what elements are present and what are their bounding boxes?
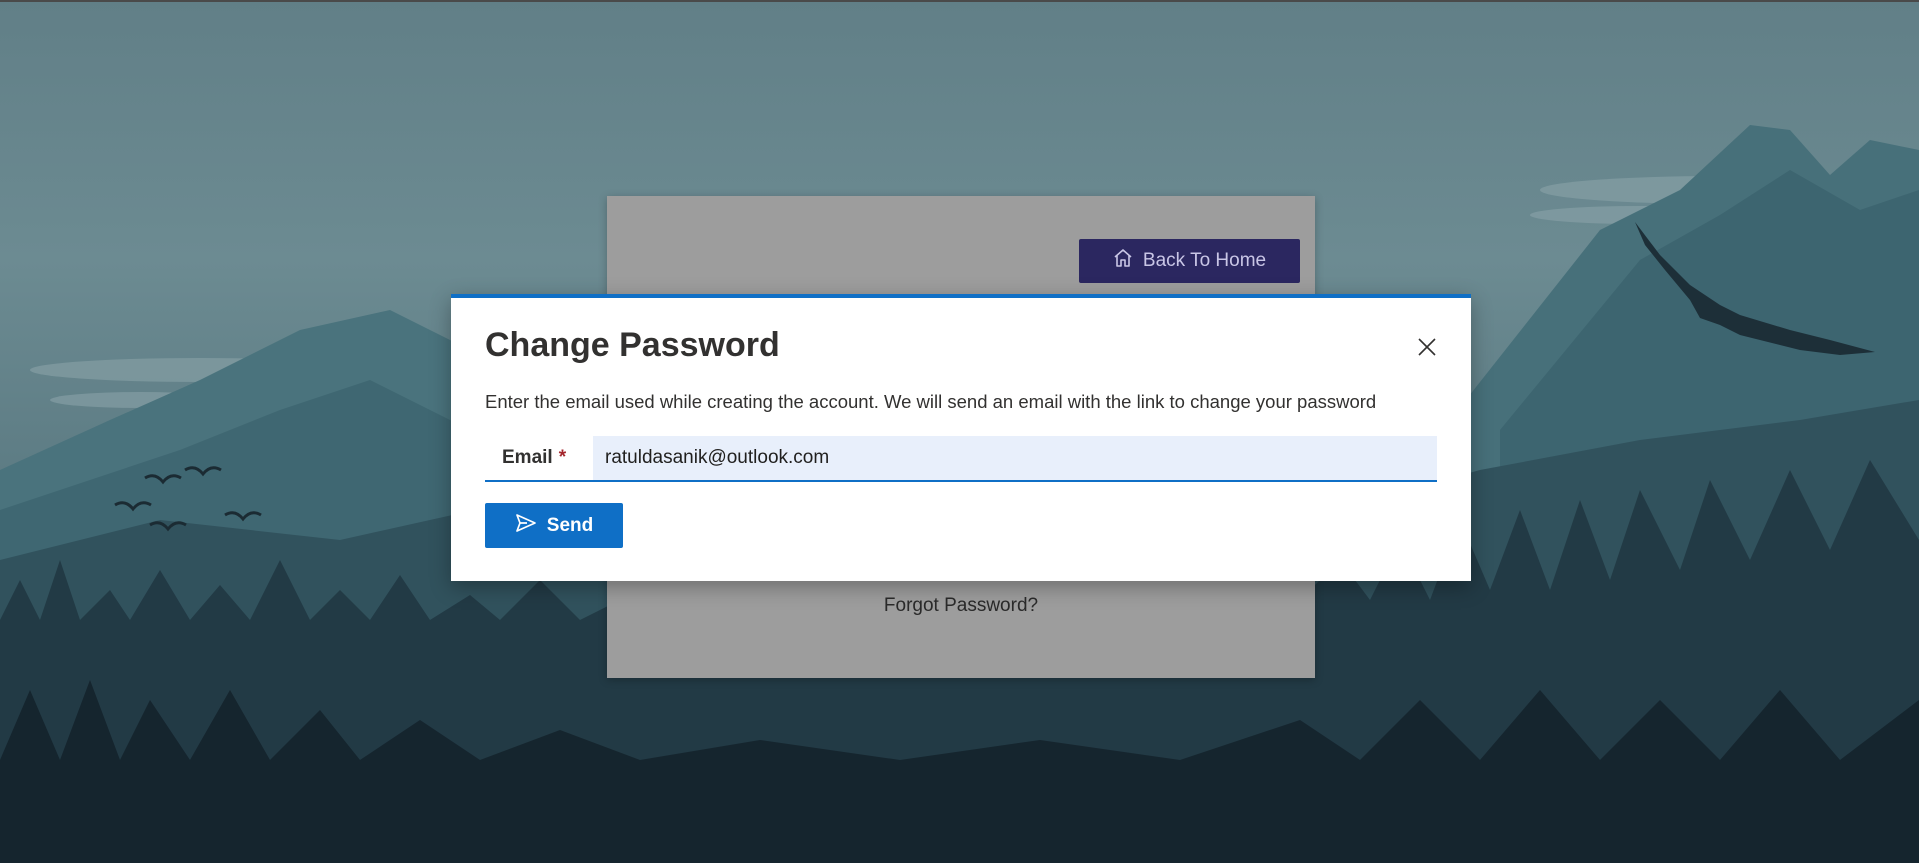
email-label: Email * <box>485 436 593 480</box>
send-button[interactable]: Send <box>485 503 623 548</box>
home-icon <box>1113 248 1133 274</box>
page-background: Back To Home Forgot Password? Change Pas… <box>0 0 1919 863</box>
change-password-dialog: Change Password Enter the email used whi… <box>451 294 1471 581</box>
email-field-row: Email * <box>485 436 1437 482</box>
email-label-text: Email <box>502 447 553 468</box>
send-label: Send <box>546 514 594 536</box>
close-button[interactable] <box>1412 334 1442 364</box>
forgot-password-link[interactable]: Forgot Password? <box>607 595 1315 617</box>
send-icon <box>515 513 537 539</box>
required-marker: * <box>558 447 567 468</box>
back-to-home-label: Back To Home <box>1142 250 1267 271</box>
email-input[interactable] <box>593 436 1437 480</box>
close-icon <box>1417 337 1437 362</box>
dialog-title: Change Password <box>485 326 780 364</box>
dialog-description: Enter the email used while creating the … <box>485 391 1377 412</box>
back-to-home-button[interactable]: Back To Home <box>1079 239 1300 283</box>
